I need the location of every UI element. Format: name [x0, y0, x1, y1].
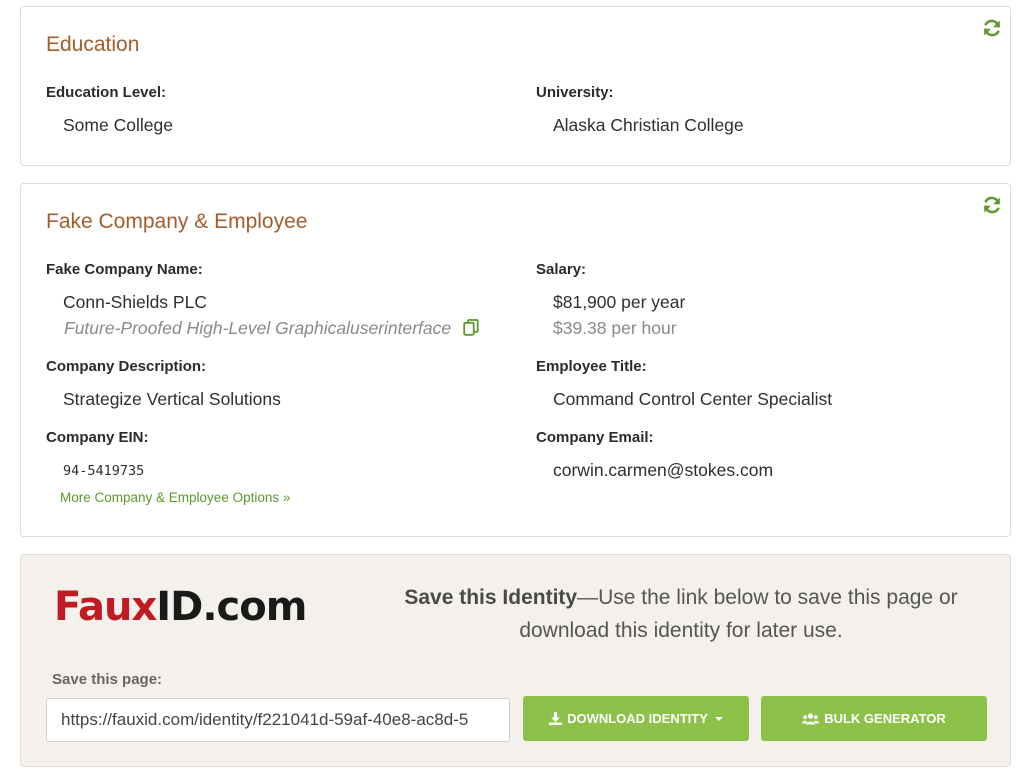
company-email-label: Company Email:	[536, 429, 654, 446]
refresh-icon[interactable]	[982, 18, 1002, 38]
copy-icon[interactable]	[463, 319, 479, 336]
company-ein-label: Company EIN:	[46, 429, 149, 446]
company-description-label: Company Description:	[46, 358, 207, 375]
save-identity-heading: Save this Identity	[404, 586, 578, 609]
company-ein-value: 94-5419735	[63, 463, 145, 479]
education-level-value: Some College	[63, 115, 173, 135]
education-level-label: Education Level:	[46, 84, 167, 101]
save-identity-description: —Use the link below to save this page or…	[519, 586, 958, 642]
download-identity-label: DOWNLOAD IDENTITY	[567, 711, 708, 726]
logo-idcom-text: ID.com	[156, 584, 307, 630]
company-title: Fake Company & Employee	[46, 210, 308, 233]
more-company-options-link[interactable]: More Company & Employee Options »	[60, 490, 290, 505]
save-page-label: Save this page:	[52, 671, 163, 688]
employee-title-value: Command Control Center Specialist	[553, 389, 833, 409]
fauxid-logo[interactable]: FauxID.com	[54, 583, 307, 631]
salary-hour-value: $39.38 per hour	[553, 318, 677, 338]
chevron-down-icon	[714, 716, 723, 721]
employee-title-label: Employee Title:	[536, 358, 647, 375]
bulk-generator-button[interactable]: BULK GENERATOR	[761, 696, 987, 741]
users-icon	[802, 712, 820, 724]
company-slogan-text: Future-Proofed High-Level Graphicaluseri…	[64, 318, 452, 338]
company-email-value: corwin.carmen@stokes.com	[553, 460, 774, 480]
download-identity-button[interactable]: DOWNLOAD IDENTITY	[523, 696, 749, 741]
company-description-value: Strategize Vertical Solutions	[63, 389, 281, 409]
bulk-generator-label: BULK GENERATOR	[824, 711, 946, 726]
education-title: Education	[46, 33, 140, 56]
save-identity-card: FauxID.com Save this Identity—Use the li…	[20, 554, 1011, 767]
company-name-value: Conn-Shields PLC	[63, 292, 207, 312]
save-page-url-input[interactable]	[46, 698, 510, 742]
salary-label: Salary:	[536, 261, 587, 278]
company-card: Fake Company & Employee Fake Company Nam…	[20, 183, 1011, 537]
company-slogan: Future-Proofed High-Level Graphicaluseri…	[64, 318, 479, 339]
logo-faux-text: Faux	[54, 584, 157, 630]
salary-year-value: $81,900 per year	[553, 292, 686, 312]
company-name-label: Fake Company Name:	[46, 261, 203, 278]
university-label: University:	[536, 84, 614, 101]
save-identity-message: Save this Identity—Use the link below to…	[376, 581, 986, 647]
university-value: Alaska Christian College	[553, 115, 744, 135]
education-card: Education Education Level: Some College …	[20, 6, 1011, 166]
refresh-icon[interactable]	[982, 195, 1002, 215]
download-icon	[549, 712, 563, 725]
